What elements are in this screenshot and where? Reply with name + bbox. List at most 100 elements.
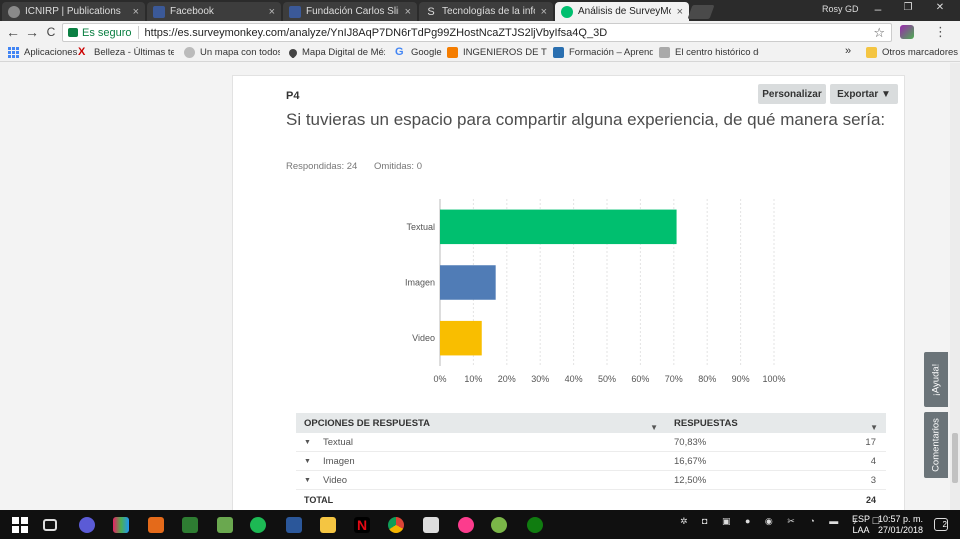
bookmark-label: Un mapa con todos l: [200, 47, 280, 58]
monitor-icon: [553, 47, 564, 58]
bookmark-apps[interactable]: Aplicaciones: [8, 47, 77, 58]
photos-icon[interactable]: [491, 517, 507, 533]
x-tick-label: 100%: [762, 374, 785, 384]
close-icon[interactable]: ×: [541, 6, 547, 18]
folder-icon: [866, 47, 877, 58]
bar-video: [440, 320, 482, 356]
table-row[interactable]: ▼ Video 12,50% 3: [296, 471, 886, 490]
lock-icon: [68, 28, 78, 37]
chevron-down-icon[interactable]: ▼: [870, 423, 878, 432]
notifications-icon[interactable]: 2: [934, 518, 948, 531]
browser-tab-fundacion[interactable]: Fundación Carlos Slim Sa ×: [283, 2, 417, 21]
tab-title: Fundación Carlos Slim Sa: [306, 6, 399, 17]
google-icon: G: [395, 47, 404, 58]
browser-tab-icnirp[interactable]: ICNIRP | Publications ×: [2, 2, 145, 21]
bookmark-label: Aplicaciones: [24, 47, 78, 58]
table-row[interactable]: ▼ Imagen 16,67% 4: [296, 452, 886, 471]
bar-imagen: [440, 265, 496, 300]
spotify-icon[interactable]: [250, 517, 266, 533]
language-indicator[interactable]: ESP LAA: [852, 514, 870, 536]
expand-caret-icon[interactable]: ▼: [304, 477, 311, 484]
extension-icon[interactable]: [900, 25, 914, 39]
profile-name[interactable]: Rosy GD: [822, 4, 859, 14]
close-icon[interactable]: ×: [677, 6, 683, 18]
option-label: Video: [322, 474, 348, 486]
s-favicon-icon: S: [425, 5, 437, 18]
category-label: Textual: [406, 222, 435, 232]
percent-cell: 16,67%: [674, 455, 707, 467]
bookmark-star-icon[interactable]: ☆: [873, 25, 885, 41]
x-tick-label: 60%: [631, 374, 649, 384]
back-icon[interactable]: ←: [5, 24, 21, 40]
chevron-down-icon[interactable]: ▼: [650, 423, 658, 432]
x-tick-label: 30%: [531, 374, 549, 384]
bookmarks-more[interactable]: »: [845, 45, 851, 57]
help-tab[interactable]: ¡Ayuda!: [924, 352, 948, 407]
url-text[interactable]: https://es.surveymonkey.com/analyze/YnIJ…: [145, 27, 608, 39]
word-icon[interactable]: [286, 517, 302, 533]
page-scrollbar[interactable]: [950, 63, 960, 510]
close-icon[interactable]: ×: [269, 6, 275, 18]
xbox-icon[interactable]: [527, 517, 543, 533]
notification-count: 2: [942, 520, 947, 529]
percent-cell: 12,50%: [674, 474, 707, 486]
windows-start-icon[interactable]: [12, 517, 28, 533]
chrome-icon[interactable]: [388, 517, 404, 533]
browser-tab-surveymonkey[interactable]: Análisis de SurveyMonke ×: [555, 2, 689, 21]
store-icon[interactable]: [217, 517, 233, 533]
close-icon[interactable]: ×: [405, 6, 411, 18]
bookmark-mapa-digital[interactable]: Mapa Digital de Méx: [289, 47, 385, 58]
bookmark-centro[interactable]: El centro histórico de: [659, 47, 759, 58]
clock[interactable]: 10:57 p. m. 27/01/2018: [878, 514, 923, 536]
expand-caret-icon[interactable]: ▼: [304, 458, 311, 465]
close-icon[interactable]: ×: [133, 6, 139, 18]
x-tick-label: 80%: [698, 374, 716, 384]
file-explorer-icon[interactable]: [320, 517, 336, 533]
windows-taskbar: N ✲ ◘ ▣ ● ◉ ✂ ◔ ▬ ♪ ☐ ESP LAA 10:57 p. m…: [0, 510, 960, 539]
bookmark-ingenieros[interactable]: INGENIEROS DE TELE: [447, 47, 547, 58]
mail-icon[interactable]: [423, 517, 439, 533]
bookmark-mapa-todos[interactable]: Un mapa con todos l: [184, 47, 280, 58]
bookmarks-bar: Aplicaciones X Belleza - Últimas tenc Un…: [0, 44, 960, 62]
forward-icon[interactable]: →: [24, 24, 40, 40]
bookmark-formacion[interactable]: Formación – Aprende: [553, 47, 653, 58]
window-close-icon[interactable]: ✕: [930, 2, 950, 13]
reload-icon[interactable]: C: [43, 25, 59, 39]
bookmark-label: Mapa Digital de Méx: [302, 47, 385, 58]
browser-menu-icon[interactable]: ⋮: [934, 24, 947, 40]
browser-tab-tecnologias[interactable]: S Tecnologías de la inform ×: [419, 2, 553, 21]
eye-app-icon[interactable]: [79, 517, 95, 533]
maximize-icon[interactable]: ❐: [898, 2, 918, 13]
facebook-favicon-icon: [153, 5, 165, 18]
minimize-icon[interactable]: –: [868, 2, 888, 16]
blogger-icon: [447, 47, 458, 58]
bookmark-other[interactable]: Otros marcadores: [866, 47, 958, 58]
tiles-app-icon[interactable]: [113, 517, 129, 533]
game-app-icon[interactable]: [182, 517, 198, 533]
bookmark-label: El centro histórico de: [675, 47, 759, 58]
responses-header[interactable]: RESPUESTAS ▼: [666, 418, 886, 432]
new-tab-button[interactable]: [687, 5, 715, 19]
browser-tab-facebook[interactable]: Facebook ×: [147, 2, 281, 21]
bookmark-google[interactable]: G Google: [395, 47, 442, 58]
address-bar[interactable]: Es seguro https://es.surveymonkey.com/an…: [62, 23, 892, 42]
itunes-icon[interactable]: [458, 517, 474, 533]
table-row[interactable]: ▼ Textual 70,83% 17: [296, 433, 886, 452]
bookmark-label: Belleza - Últimas tenc: [94, 47, 174, 58]
comments-tab[interactable]: Comentarios: [924, 412, 948, 478]
x-tick-label: 40%: [565, 374, 583, 384]
option-label: Textual: [322, 436, 354, 448]
expand-caret-icon[interactable]: ▼: [304, 439, 311, 446]
bookmark-belleza[interactable]: X Belleza - Últimas tenc: [78, 47, 174, 58]
bar-textual: [440, 209, 677, 245]
x-tick-label: 10%: [464, 374, 482, 384]
netflix-icon[interactable]: N: [354, 517, 370, 533]
options-header[interactable]: OPCIONES DE RESPUESTA ▼: [296, 418, 666, 432]
matlab-icon[interactable]: [148, 517, 164, 533]
page-icon: [659, 47, 670, 58]
task-view-icon[interactable]: [43, 519, 57, 531]
address-toolbar: ← → C Es seguro https://es.surveymonkey.…: [0, 21, 960, 44]
language-code: ESP: [852, 514, 871, 524]
table-header: OPCIONES DE RESPUESTA ▼ RESPUESTAS ▼: [296, 413, 886, 433]
scrollbar-thumb[interactable]: [952, 433, 958, 483]
